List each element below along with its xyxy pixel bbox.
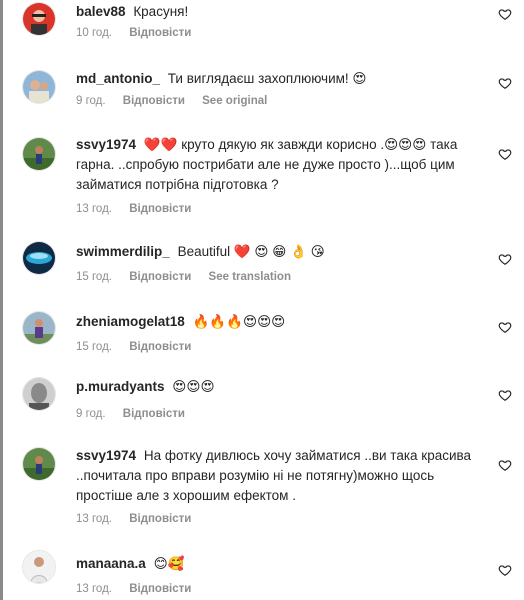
like-heart-icon[interactable]: [498, 147, 512, 161]
reply-button[interactable]: Відповісти: [123, 408, 185, 420]
reply-button[interactable]: Відповісти: [123, 95, 185, 107]
avatar[interactable]: [22, 377, 56, 411]
comment-username[interactable]: p.muradyants: [76, 379, 165, 394]
like-heart-icon[interactable]: [498, 563, 512, 577]
comment-text: Ти виглядаєш захоплюючим! 😍: [167, 71, 367, 86]
like-heart-icon[interactable]: [498, 7, 512, 21]
comment-username[interactable]: manaana.a: [76, 556, 146, 571]
comment-username[interactable]: ssvy1974: [76, 448, 136, 463]
reply-button[interactable]: Відповісти: [129, 583, 191, 595]
comment-time: 9 год.: [76, 95, 106, 107]
comment-username[interactable]: swimmerdilip_: [76, 244, 170, 259]
comment-time: 10 год.: [76, 27, 112, 39]
comment-username[interactable]: ssvy1974: [76, 137, 136, 152]
comment-time: 15 год.: [76, 271, 112, 283]
comment-username[interactable]: md_antonio_: [76, 71, 160, 86]
comment-text: 🔥🔥🔥😍😍😍: [192, 314, 286, 329]
left-edge-divider: [0, 0, 3, 600]
avatar[interactable]: [22, 241, 56, 275]
like-heart-icon[interactable]: [498, 320, 512, 334]
comment-text: Beautiful ❤️ 😍 😁 👌 😘: [177, 244, 325, 259]
avatar[interactable]: [22, 447, 56, 481]
reply-button[interactable]: Відповісти: [129, 27, 191, 39]
comment-time: 15 год.: [76, 341, 112, 353]
comment-text: Красуня!: [133, 4, 189, 19]
comment-time: 13 год.: [76, 513, 112, 525]
like-heart-icon[interactable]: [498, 458, 512, 472]
avatar[interactable]: [22, 2, 56, 36]
comment-username[interactable]: balev88: [76, 4, 126, 19]
see-original-button[interactable]: See original: [202, 95, 267, 107]
reply-button[interactable]: Відповісти: [129, 513, 191, 525]
avatar[interactable]: [22, 137, 56, 171]
like-heart-icon[interactable]: [498, 76, 512, 90]
comment-time: 13 год.: [76, 203, 112, 215]
see-translation-button[interactable]: See translation: [209, 271, 291, 283]
comment-username[interactable]: zheniamogelat18: [76, 314, 185, 329]
like-heart-icon[interactable]: [498, 388, 512, 402]
comment-time: 9 год.: [76, 408, 106, 420]
comment-text: 😊🥰: [153, 556, 185, 571]
avatar[interactable]: [22, 550, 56, 584]
reply-button[interactable]: Відповісти: [129, 341, 191, 353]
avatar[interactable]: [22, 70, 56, 104]
avatar[interactable]: [22, 311, 56, 345]
reply-button[interactable]: Відповісти: [129, 203, 191, 215]
like-heart-icon[interactable]: [498, 252, 512, 266]
reply-button[interactable]: Відповісти: [129, 271, 191, 283]
comment-time: 13 год.: [76, 583, 112, 595]
comment-text: 😍😍😍: [172, 379, 215, 394]
